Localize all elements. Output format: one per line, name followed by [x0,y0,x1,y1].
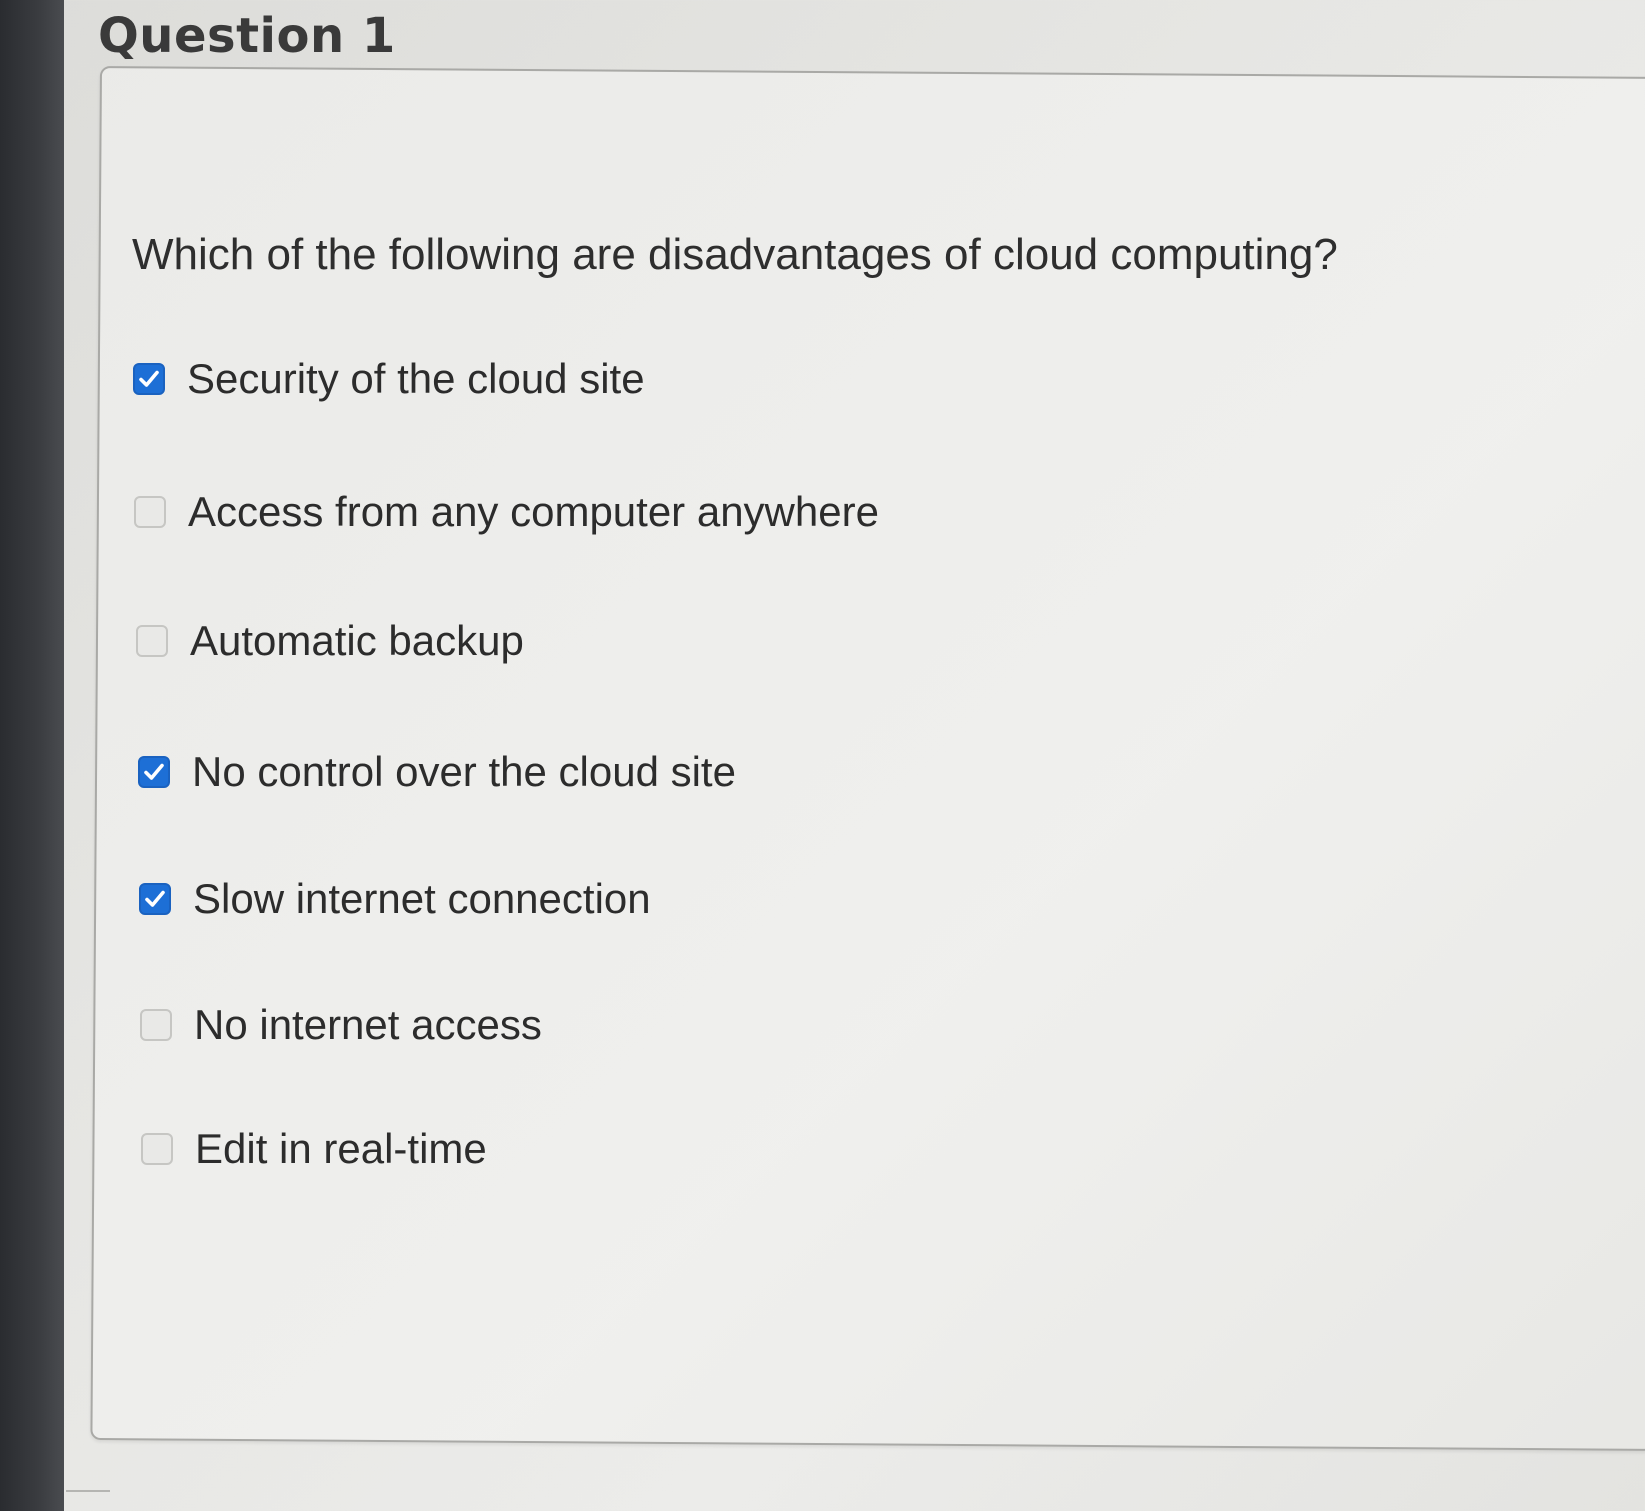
option-no-internet-access[interactable]: No internet access [140,1001,542,1049]
option-checkbox[interactable] [141,1133,173,1165]
option-label: Edit in real-time [195,1125,487,1172]
option-access-from-any-computer[interactable]: Access from any computer anywhere [134,488,879,536]
option-checkbox[interactable] [140,1009,172,1041]
option-automatic-backup[interactable]: Automatic backup [136,617,524,665]
option-checkbox[interactable] [139,883,171,915]
option-no-control-over-cloud-site[interactable]: No control over the cloud site [138,748,736,796]
divider [66,1490,110,1492]
option-label: Automatic backup [190,617,524,664]
option-checkbox[interactable] [134,496,166,528]
option-label: Slow internet connection [193,875,651,922]
checkmark-icon [144,763,164,780]
option-checkbox[interactable] [138,756,170,788]
question-title: Question 1 [98,8,396,64]
option-checkbox[interactable] [133,363,165,395]
option-security-of-cloud-site[interactable]: Security of the cloud site [133,355,645,403]
window-edge [0,0,64,1511]
option-label: Access from any computer anywhere [188,488,879,535]
option-checkbox[interactable] [136,625,168,657]
option-slow-internet-connection[interactable]: Slow internet connection [139,875,651,923]
checkmark-icon [145,890,165,907]
checkmark-icon [139,370,159,387]
option-label: Security of the cloud site [187,355,645,402]
question-prompt: Which of the following are disadvantages… [132,230,1338,279]
option-label: No internet access [194,1001,542,1048]
option-label: No control over the cloud site [192,748,736,795]
option-edit-in-real-time[interactable]: Edit in real-time [141,1125,487,1173]
